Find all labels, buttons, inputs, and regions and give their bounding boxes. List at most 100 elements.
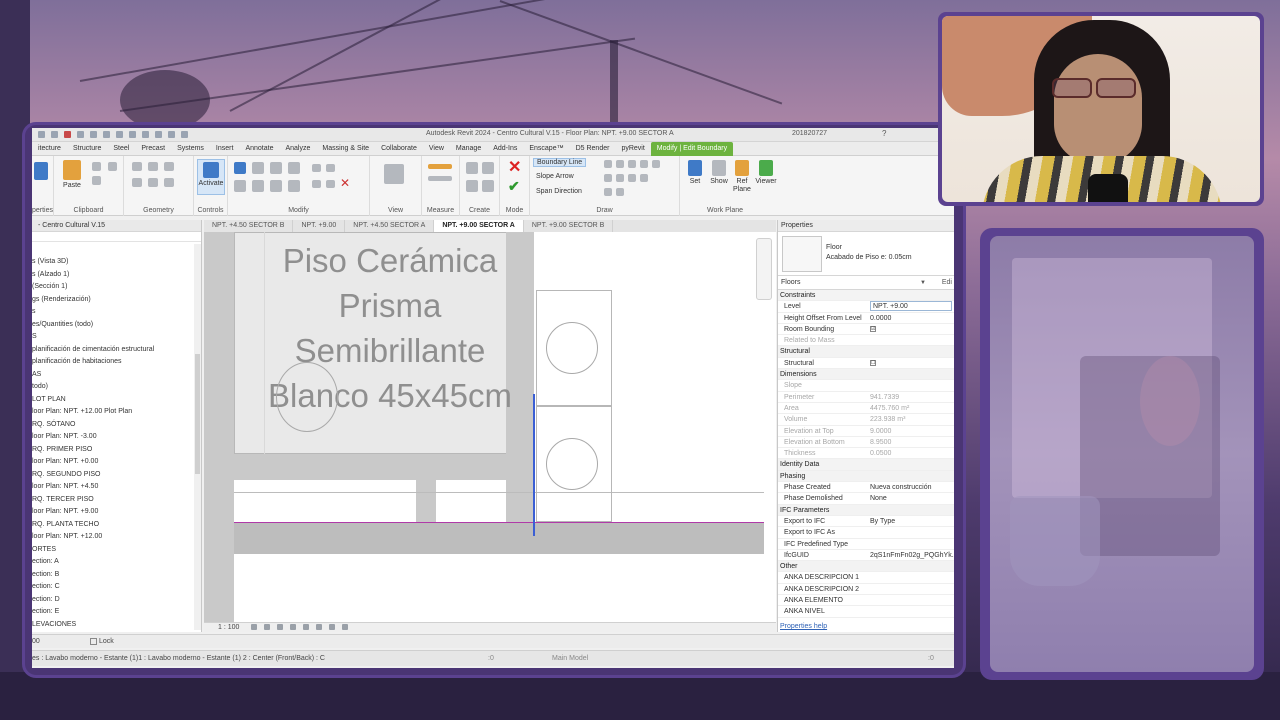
browser-item[interactable]: ection: C (32, 581, 201, 594)
browser-item[interactable]: loor Plan: NPT. +12.00 (32, 531, 201, 544)
property-value[interactable]: 2qS1nFmFn02g_PQGhYk... (868, 550, 954, 560)
help-icon[interactable]: ? (882, 129, 886, 138)
property-row[interactable]: ANKA NIVEL (778, 606, 954, 618)
property-row[interactable]: Slope (778, 380, 954, 392)
browser-item[interactable]: todo) (32, 381, 201, 394)
quick-access-toolbar[interactable] (32, 131, 188, 138)
property-row[interactable]: Perimeter 941.7339 (778, 392, 954, 403)
property-value[interactable]: ☑ (868, 324, 954, 334)
property-row[interactable]: Thickness 0.0500 (778, 448, 954, 460)
create-part-icon[interactable] (466, 162, 478, 174)
circle-icon[interactable] (640, 160, 648, 168)
span-direction-button[interactable]: Span Direction (536, 188, 582, 195)
print-icon[interactable] (103, 131, 110, 138)
property-row[interactable]: Level NPT. +9.00 (778, 301, 954, 313)
tab-9[interactable]: Collaborate (375, 142, 423, 156)
property-row[interactable]: IFC Predefined Type (778, 539, 954, 550)
browser-item[interactable]: ection: D (32, 594, 201, 607)
cope-icon[interactable] (148, 162, 158, 171)
browser-item[interactable]: loor Plan: NPT. -3.00 (32, 431, 201, 444)
browser-item[interactable]: gs (Renderización) (32, 294, 201, 307)
property-row[interactable]: Phase Created Nueva construcción (778, 482, 954, 494)
activate-button[interactable]: Activate (197, 159, 225, 195)
open-icon[interactable] (38, 131, 45, 138)
browser-item[interactable]: loor Plan: NPT. +9.00 (32, 506, 201, 519)
user-name[interactable]: 201820727 (792, 130, 827, 137)
browser-item[interactable]: S (32, 331, 201, 344)
line-icon[interactable] (604, 160, 612, 168)
dimension-icon[interactable] (428, 176, 452, 181)
property-group[interactable]: Phasing (778, 470, 954, 483)
paste-button[interactable]: Paste (60, 160, 84, 189)
view-tab-1[interactable]: NPT. +9.00 (293, 220, 346, 232)
tab-4[interactable]: Systems (171, 142, 210, 156)
mirror-draw-icon[interactable] (288, 162, 300, 174)
tab-8[interactable]: Massing & Site (316, 142, 375, 156)
property-row[interactable]: Export to IFC By Type (778, 516, 954, 528)
view-tab-2[interactable]: NPT. +4.50 SECTOR A (345, 220, 435, 232)
finish-edit-icon[interactable]: ✔ (508, 178, 520, 195)
property-value[interactable]: Nueva construcción (868, 482, 954, 492)
selected-boundary-line[interactable] (533, 394, 535, 536)
match-icon[interactable] (108, 162, 117, 171)
browser-item[interactable]: AS (32, 369, 201, 382)
view-tools-icon[interactable] (384, 164, 404, 184)
3d-view-icon[interactable] (155, 131, 162, 138)
visual-style-icon[interactable] (264, 624, 271, 631)
assembly-icon[interactable] (482, 180, 494, 192)
browser-item[interactable]: RQ. PLANTA TECHO (32, 519, 201, 532)
property-row[interactable]: ANKA DESCRIPCION 2 (778, 584, 954, 596)
browser-item[interactable]: es/Quantities (todo) (32, 319, 201, 332)
property-group[interactable]: Other (778, 561, 954, 573)
tab-0[interactable]: itecture (32, 142, 67, 156)
type-selector[interactable]: Floor Acabado de Piso e: 0.05cm (778, 232, 954, 276)
pick-lines-icon[interactable] (604, 188, 612, 196)
property-value[interactable]: 8.9500 (868, 437, 954, 447)
tab-13[interactable]: Enscape™ (523, 142, 569, 156)
property-row[interactable]: Height Offset From Level 0.0000 (778, 313, 954, 324)
copy-element-icon[interactable] (252, 180, 264, 192)
rectangle-icon[interactable] (616, 160, 624, 168)
navigation-bar[interactable] (756, 238, 772, 300)
property-row[interactable]: Area 4475.760 m² (778, 403, 954, 415)
property-value[interactable]: None (868, 493, 954, 503)
property-row[interactable]: Related to Mass (778, 335, 954, 347)
browser-item[interactable]: RQ. SEGUNDO PISO (32, 469, 201, 482)
align-icon[interactable] (234, 162, 246, 174)
browser-item[interactable]: LEVACIONES (32, 619, 201, 632)
tab-15[interactable]: pyRevit (615, 142, 650, 156)
property-row[interactable]: Export to IFC As (778, 527, 954, 539)
tab-11[interactable]: Manage (450, 142, 487, 156)
save-icon[interactable] (51, 131, 58, 138)
section-icon[interactable] (168, 131, 175, 138)
measure-icon[interactable] (116, 131, 123, 138)
property-value[interactable] (868, 584, 954, 594)
join-icon[interactable] (132, 162, 142, 171)
split-face-icon[interactable] (148, 178, 158, 187)
property-row[interactable]: Structural ☐ (778, 358, 954, 370)
browser-item[interactable]: LOT PLAN (32, 394, 201, 407)
browser-item[interactable]: (Sección 1) (32, 281, 201, 294)
show-crop-icon[interactable] (316, 624, 323, 631)
property-value[interactable]: NPT. +9.00 (868, 301, 954, 312)
properties-help-link[interactable]: Properties help (780, 623, 827, 630)
move-icon[interactable] (234, 180, 246, 192)
level-field[interactable]: NPT. +9.00 (870, 301, 952, 312)
delete-icon[interactable]: ✕ (340, 176, 350, 190)
cut-geometry-icon[interactable] (164, 162, 174, 171)
boundary-line[interactable] (234, 522, 764, 523)
boundary-line-button[interactable]: Boundary Line (533, 158, 587, 167)
tab-16[interactable]: Modify | Edit Boundary (650, 141, 734, 156)
trim-icon[interactable] (288, 180, 300, 192)
property-value[interactable]: By Type (868, 516, 954, 526)
browser-scrollbar[interactable] (194, 244, 201, 630)
pin-icon[interactable] (326, 180, 335, 188)
tab-7[interactable]: Analyze (279, 142, 316, 156)
rotate-icon[interactable] (270, 180, 282, 192)
browser-item[interactable]: loor Plan: NPT. +0.00 (32, 456, 201, 469)
property-row[interactable]: Volume 223.938 m³ (778, 414, 954, 426)
mirror-icon[interactable] (270, 162, 282, 174)
properties-button[interactable] (34, 162, 48, 182)
polygon-icon[interactable] (628, 160, 636, 168)
property-value[interactable]: 941.7339 (868, 392, 954, 402)
